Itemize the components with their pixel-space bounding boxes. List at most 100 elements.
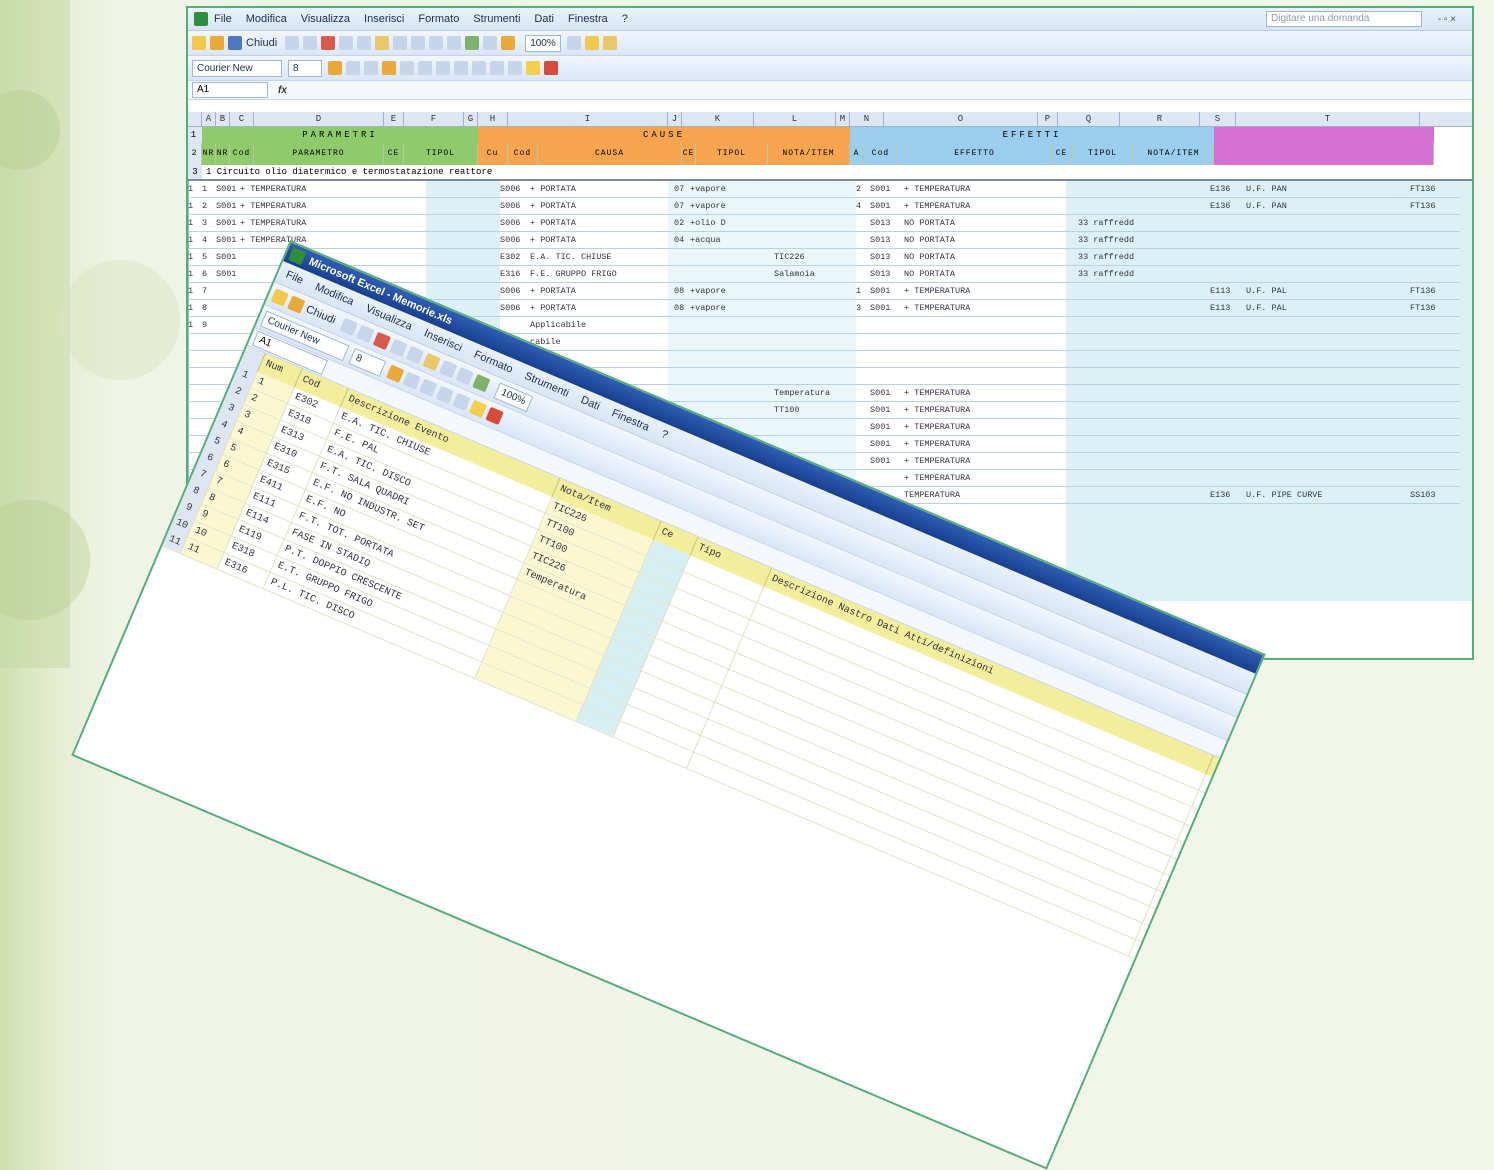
cell-l[interactable] xyxy=(774,200,856,212)
cell-l[interactable] xyxy=(774,438,856,450)
cell-q[interactable] xyxy=(1078,336,1208,348)
cell-o[interactable]: + TEMPERATURA xyxy=(904,438,1058,450)
cell-j[interactable]: 08 xyxy=(674,302,690,314)
cell-l[interactable]: Temperatura xyxy=(774,387,856,399)
cell-g[interactable]: S006 xyxy=(500,285,530,297)
cell-o[interactable]: + TEMPERATURA xyxy=(904,183,1058,195)
cell-a[interactable]: 1 xyxy=(188,285,202,297)
zoom-select[interactable]: 100% xyxy=(525,34,561,52)
chart-icon[interactable] xyxy=(465,36,480,50)
col-header-t[interactable]: T xyxy=(1236,112,1420,126)
cell-k[interactable] xyxy=(690,336,774,348)
cell-n[interactable]: S001 xyxy=(870,302,904,314)
cell-q[interactable] xyxy=(1078,438,1208,450)
copy-icon[interactable] xyxy=(406,345,425,365)
cell-g[interactable]: S006 xyxy=(500,234,530,246)
italic-icon[interactable] xyxy=(346,61,360,75)
cell-g[interactable]: S006 xyxy=(500,200,530,212)
col-header-b[interactable]: B xyxy=(216,112,230,126)
cell-o[interactable]: TEMPERATURA xyxy=(904,489,1058,501)
menu-help[interactable]: ? xyxy=(659,428,669,441)
underline-icon[interactable] xyxy=(419,378,438,397)
cell-o[interactable]: NO PORTATA xyxy=(904,251,1058,263)
row-header[interactable]: 2 xyxy=(188,143,202,165)
name-box[interactable]: A1 xyxy=(192,82,268,98)
cell-b[interactable] xyxy=(202,336,216,348)
cell-o[interactable]: + TEMPERATURA xyxy=(904,200,1058,212)
cell-b[interactable] xyxy=(202,387,216,399)
cell-b[interactable]: 2 xyxy=(202,200,216,212)
cell-d[interactable]: + TEMPERATURA xyxy=(240,200,370,212)
cell-u[interactable] xyxy=(1410,353,1470,365)
cell-j[interactable] xyxy=(674,251,690,263)
cell-q[interactable] xyxy=(1078,302,1208,314)
col-header-r[interactable]: R xyxy=(1120,112,1200,126)
col-header-p[interactable]: P xyxy=(1038,112,1058,126)
cell-o[interactable] xyxy=(904,370,1058,382)
cell-q[interactable] xyxy=(1078,421,1208,433)
cell-m[interactable]: 3 xyxy=(856,302,870,314)
cell-q[interactable] xyxy=(1078,183,1208,195)
cell-k[interactable]: +acqua xyxy=(690,234,774,246)
merge-icon[interactable] xyxy=(436,61,450,75)
sum-icon[interactable] xyxy=(429,36,444,50)
font-size-select[interactable]: 8 xyxy=(288,59,322,77)
cell-a[interactable] xyxy=(188,421,202,433)
cell-t[interactable] xyxy=(1246,251,1396,263)
cell-l[interactable] xyxy=(774,353,856,365)
row-header[interactable]: 1 xyxy=(188,127,202,143)
cell-t[interactable] xyxy=(1246,421,1396,433)
cell-t[interactable] xyxy=(1246,217,1396,229)
cell-g[interactable]: S006 xyxy=(500,217,530,229)
currency-icon[interactable] xyxy=(454,61,468,75)
cell-q[interactable] xyxy=(1078,319,1208,331)
font-color-icon[interactable] xyxy=(544,61,558,75)
cell-l[interactable] xyxy=(774,217,856,229)
cell-m[interactable] xyxy=(856,421,870,433)
cell-s[interactable]: E113 xyxy=(1210,285,1246,297)
cell-c[interactable]: S001 xyxy=(216,251,240,263)
cell-k[interactable] xyxy=(690,370,774,382)
new-icon[interactable] xyxy=(270,288,289,307)
cell-l[interactable]: TT100 xyxy=(774,404,856,416)
cell-a[interactable]: 1 xyxy=(188,302,202,314)
cell-u[interactable] xyxy=(1410,387,1470,399)
cell-a[interactable] xyxy=(188,438,202,450)
cell-m[interactable] xyxy=(856,438,870,450)
col-header-s[interactable]: S xyxy=(1200,112,1236,126)
cell-u[interactable] xyxy=(1410,370,1470,382)
cell-m[interactable] xyxy=(856,387,870,399)
cell-s[interactable] xyxy=(1210,217,1246,229)
cell-q[interactable] xyxy=(1078,353,1208,365)
underline-icon[interactable] xyxy=(364,61,378,75)
cell-s[interactable] xyxy=(1210,234,1246,246)
cell-m[interactable] xyxy=(856,353,870,365)
cell-s[interactable]: E136 xyxy=(1210,183,1246,195)
cell-b[interactable]: 4 xyxy=(202,234,216,246)
cell-t[interactable] xyxy=(1246,353,1396,365)
preview-icon[interactable] xyxy=(303,36,318,50)
excel-icon[interactable] xyxy=(288,246,307,266)
font-name-select[interactable]: Courier New xyxy=(192,59,282,77)
cell-s[interactable] xyxy=(1210,387,1246,399)
print-icon[interactable] xyxy=(339,317,359,337)
cell-m[interactable] xyxy=(856,251,870,263)
cell-i[interactable]: F.E. GRUPPO FRIGO xyxy=(530,268,674,280)
cell-c[interactable]: S001 xyxy=(216,200,240,212)
col-header-d[interactable]: D xyxy=(254,112,384,126)
cell-k[interactable]: +vapore xyxy=(690,302,774,314)
cell-q[interactable] xyxy=(1078,404,1208,416)
cell-u[interactable] xyxy=(1410,472,1470,484)
cell-a[interactable] xyxy=(188,387,202,399)
align-left-icon[interactable] xyxy=(382,61,396,75)
cell-u[interactable] xyxy=(1410,336,1470,348)
save-icon[interactable] xyxy=(228,36,242,50)
cell-n[interactable] xyxy=(870,472,904,484)
cell-l[interactable] xyxy=(774,234,856,246)
cell-d[interactable]: + TEMPERATURA xyxy=(240,217,370,229)
cell-s[interactable] xyxy=(1210,251,1246,263)
cell-j[interactable] xyxy=(674,387,690,399)
cell-k[interactable]: +vapore xyxy=(690,285,774,297)
cell-d[interactable]: + TEMPERATURA xyxy=(240,183,370,195)
cell-u[interactable] xyxy=(1410,455,1470,467)
